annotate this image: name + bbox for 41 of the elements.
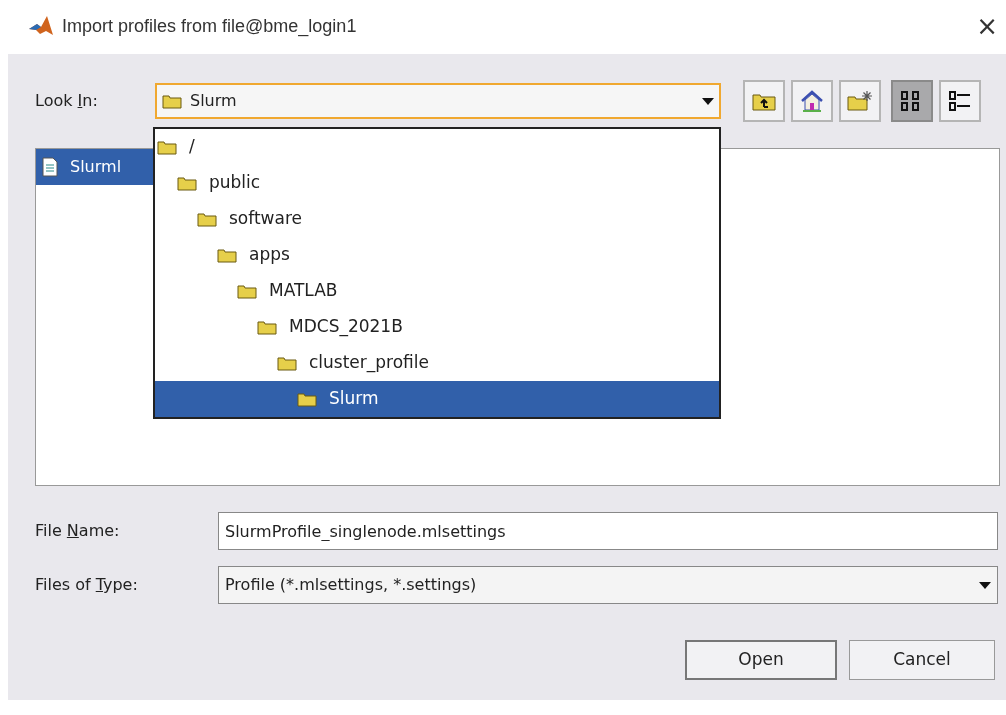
folder-item[interactable]: MATLAB <box>155 273 719 309</box>
folder-icon <box>217 247 237 263</box>
file-type-dropdown[interactable]: Profile (*.mlsettings, *.settings) <box>218 566 998 604</box>
look-in-label: Look In: <box>35 90 99 112</box>
folder-up-icon <box>752 91 776 111</box>
folder-icon <box>277 355 297 371</box>
look-in-dropdown[interactable]: Slurm <box>155 83 721 119</box>
folder-item[interactable]: Slurm <box>155 381 719 417</box>
folder-item[interactable]: public <box>155 165 719 201</box>
close-button[interactable]: × <box>976 13 998 39</box>
folder-item[interactable]: MDCS_2021B <box>155 309 719 345</box>
folder-item[interactable]: cluster_profile <box>155 345 719 381</box>
new-folder-button[interactable] <box>839 80 881 122</box>
caret-icon <box>702 97 714 105</box>
app-logo-icon <box>28 15 54 37</box>
details-button[interactable] <box>939 80 981 122</box>
home-icon <box>800 90 824 112</box>
file-name-field[interactable]: SlurmProfile_singlenode.mlsettings <box>218 512 998 550</box>
details-view-icon <box>948 90 972 112</box>
up-button[interactable] <box>743 80 785 122</box>
new-folder-icon <box>847 90 873 112</box>
file-type-label: Files of Type: <box>35 574 139 596</box>
folder-icon <box>177 175 197 191</box>
home-button[interactable] <box>791 80 833 122</box>
file-item[interactable]: Slurml <box>36 149 153 185</box>
folder-item[interactable]: / <box>155 129 719 165</box>
folder-icon <box>197 211 217 227</box>
list-button[interactable] <box>891 80 933 122</box>
folder-icon <box>157 139 177 155</box>
file-name-label: File Name: <box>35 520 121 542</box>
folder-icon <box>257 319 277 335</box>
folder-item[interactable]: software <box>155 201 719 237</box>
folder-icon <box>237 283 257 299</box>
folder-icon <box>297 391 317 407</box>
folder-item[interactable]: apps <box>155 237 719 273</box>
caret-icon <box>979 581 991 589</box>
document-icon <box>42 157 58 177</box>
folder-icon <box>162 93 182 109</box>
dialog-button[interactable]: Open <box>685 640 837 680</box>
window-title: Import profiles from file@bme_login1 <box>62 14 357 39</box>
dialog-button[interactable]: Cancel <box>849 640 995 680</box>
